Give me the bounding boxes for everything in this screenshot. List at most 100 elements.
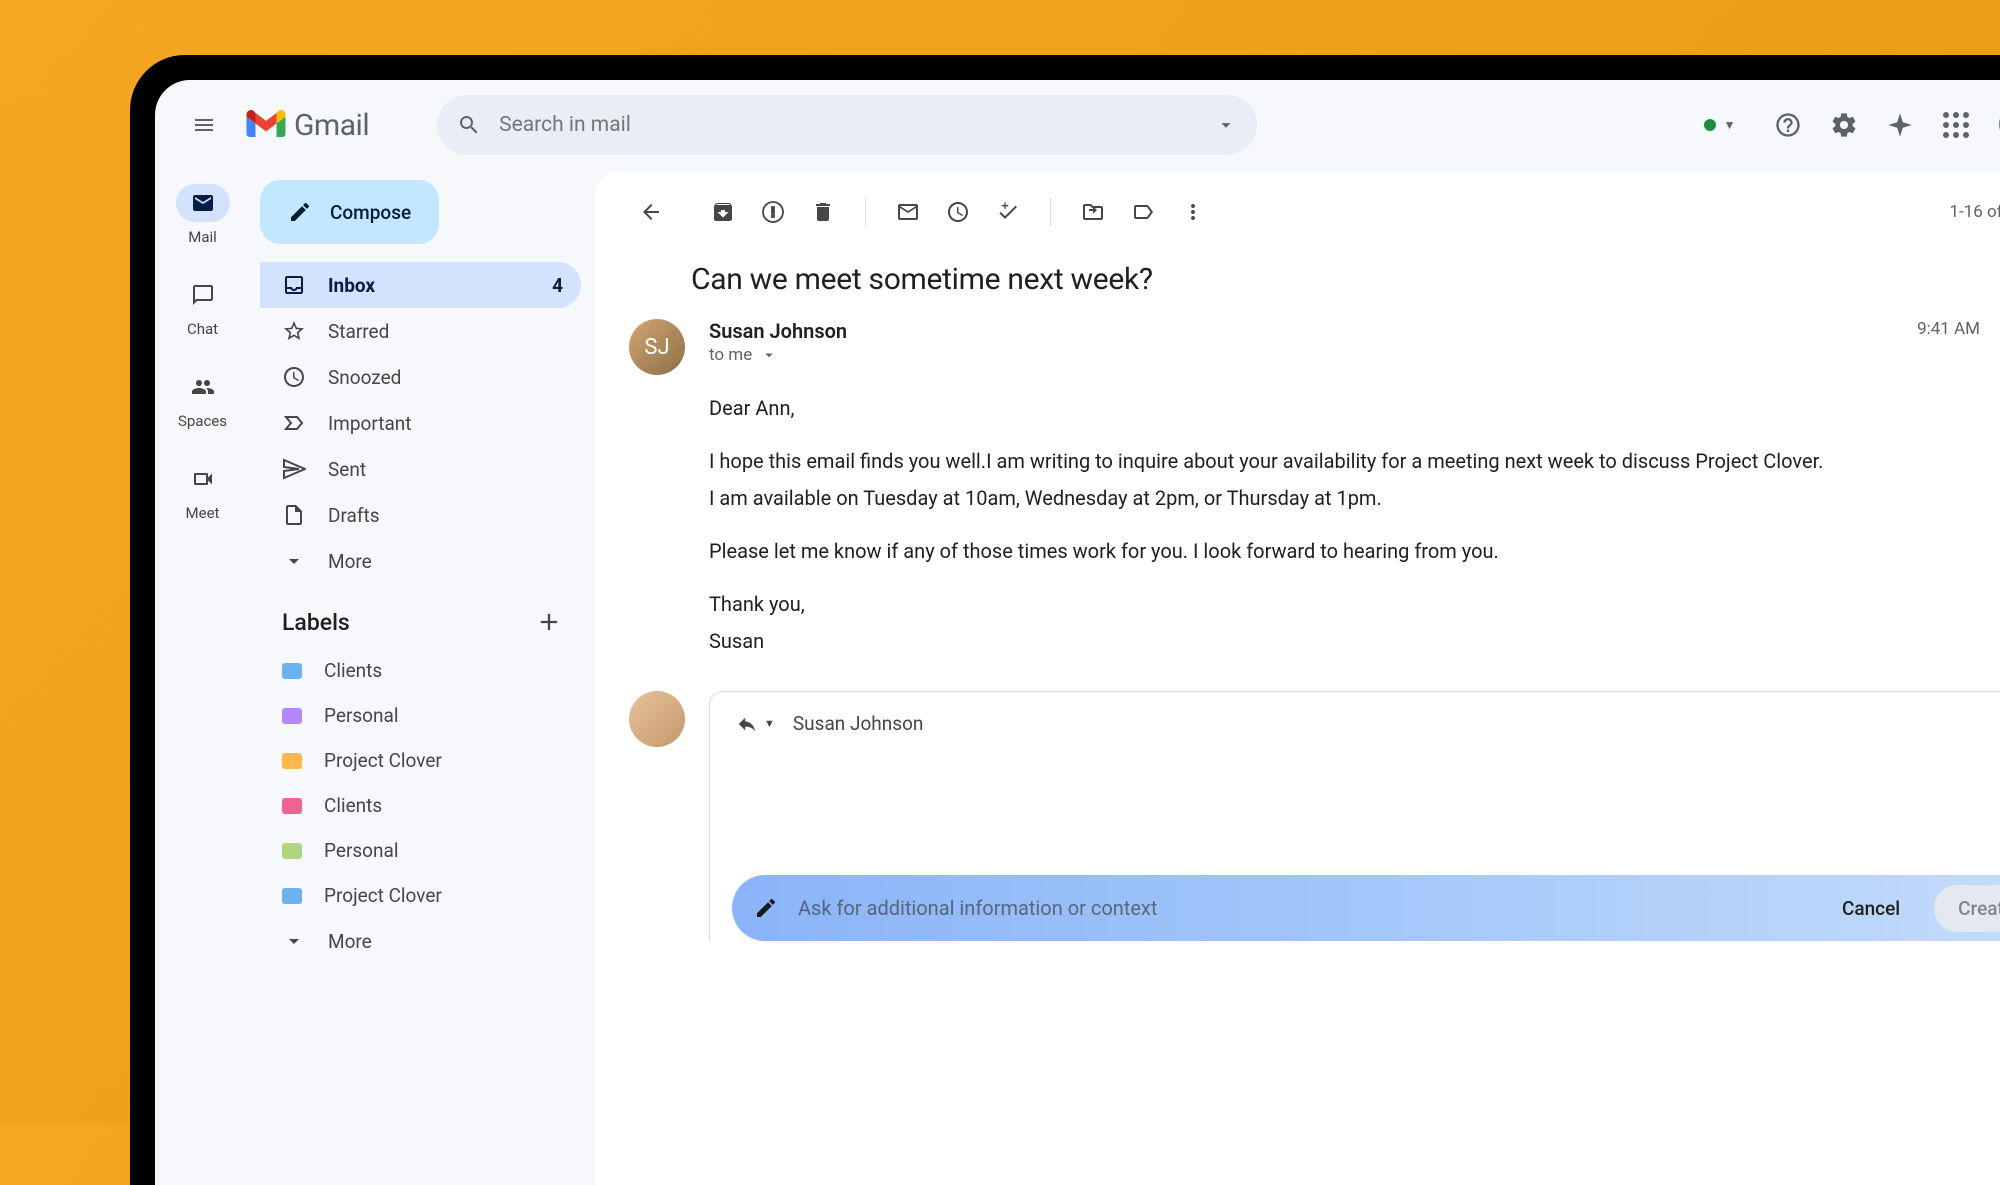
mark-unread-button[interactable] (886, 190, 930, 234)
labels-button[interactable] (1121, 190, 1165, 234)
label-item[interactable]: Clients (260, 783, 581, 828)
gmail-m-icon (246, 110, 286, 140)
nav-label: Inbox (328, 274, 375, 297)
labels-more-label: More (328, 930, 372, 953)
label-name: Clients (324, 794, 382, 817)
label-color-swatch (282, 663, 302, 679)
search-input[interactable] (499, 113, 1197, 137)
separator (865, 198, 866, 226)
rail-meet[interactable]: Meet (176, 460, 230, 522)
reply-icon (736, 713, 758, 735)
label-item[interactable]: Project Clover (260, 873, 581, 918)
status-indicator[interactable]: ▼ (1694, 112, 1746, 138)
labels-title: Labels (282, 609, 350, 636)
nav-more[interactable]: More (260, 538, 581, 584)
label-item[interactable]: Clients (260, 648, 581, 693)
label-name: Personal (324, 704, 398, 727)
move-folder-icon (1081, 200, 1105, 224)
more-button[interactable] (1171, 190, 1215, 234)
nav-starred[interactable]: Starred (260, 308, 581, 354)
labels-list: ClientsPersonalProject CloverClientsPers… (260, 648, 581, 918)
main-menu-button[interactable] (180, 101, 228, 149)
body-line: Susan (709, 626, 2000, 657)
nav-drafts[interactable]: Drafts (260, 492, 581, 538)
chevron-down-icon[interactable] (760, 346, 778, 364)
create-button[interactable]: Create (1934, 885, 2000, 932)
add-label-button[interactable] (535, 608, 563, 636)
separator (1050, 198, 1051, 226)
arrow-back-icon (639, 200, 663, 224)
inbox-icon (282, 273, 306, 297)
search-bar[interactable] (437, 95, 1257, 155)
gmail-wordmark: Gmail (294, 108, 369, 143)
clock-icon (946, 200, 970, 224)
reply-type-selector[interactable]: ▼ (736, 713, 775, 735)
mail-icon (896, 200, 920, 224)
rail-label: Mail (188, 228, 217, 246)
gemini-button[interactable] (1886, 111, 1914, 139)
app-rail: Mail Chat Spaces Meet (155, 170, 250, 1185)
label-color-swatch (282, 888, 302, 904)
labels-more[interactable]: More (260, 918, 581, 964)
nav-label: Drafts (328, 504, 380, 527)
rail-chat[interactable]: Chat (176, 276, 230, 338)
snooze-button[interactable] (936, 190, 980, 234)
pagination-label: 1-16 of 16 (1949, 202, 2000, 222)
support-button[interactable] (1774, 111, 1802, 139)
search-icon (457, 113, 481, 137)
header: Gmail ▼ (155, 80, 2000, 170)
sender-name: Susan Johnson (709, 319, 1893, 343)
label-color-swatch (282, 843, 302, 859)
folder-nav: Inbox 4 Starred Snoozed Important (260, 262, 581, 584)
message-body: Dear Ann, I hope this email finds you we… (709, 375, 2000, 657)
back-button[interactable] (629, 190, 673, 234)
label-item[interactable]: Project Clover (260, 738, 581, 783)
cancel-button[interactable]: Cancel (1828, 889, 1914, 928)
nav-label: Sent (328, 458, 366, 481)
draft-icon (282, 503, 306, 527)
report-icon (761, 200, 785, 224)
chevron-down-icon (282, 929, 306, 953)
archive-icon (711, 200, 735, 224)
header-actions: ▼ Go (1694, 108, 2000, 143)
move-to-button[interactable] (1071, 190, 1115, 234)
my-avatar[interactable] (629, 691, 685, 747)
gmail-logo: Gmail (246, 108, 369, 143)
sender-avatar[interactable]: SJ (629, 319, 685, 375)
nav-snoozed[interactable]: Snoozed (260, 354, 581, 400)
help-icon (1774, 111, 1802, 139)
spam-button[interactable] (751, 190, 795, 234)
nav-label: More (328, 550, 372, 573)
nav-sent[interactable]: Sent (260, 446, 581, 492)
label-item[interactable]: Personal (260, 828, 581, 873)
label-item[interactable]: Personal (260, 693, 581, 738)
email-subject: Can we meet sometime next week? (691, 262, 1153, 297)
help-me-write-bar: Cancel Create (732, 875, 2000, 941)
google-apps-button[interactable] (1942, 111, 1970, 139)
chat-icon (191, 283, 215, 307)
add-task-button[interactable] (986, 190, 1030, 234)
search-options-icon[interactable] (1215, 114, 1237, 136)
compose-button[interactable]: Compose (260, 180, 439, 244)
add-task-icon (996, 200, 1020, 224)
nav-label: Starred (328, 320, 389, 343)
rail-mail[interactable]: Mail (176, 184, 230, 246)
star-icon (282, 319, 306, 343)
nav-important[interactable]: Important (260, 400, 581, 446)
archive-button[interactable] (701, 190, 745, 234)
sidebar: Compose Inbox 4 Starred Snoozed (250, 170, 595, 1185)
nav-label: Important (328, 412, 412, 435)
ai-prompt-input[interactable] (798, 896, 1808, 920)
email-message: SJ Susan Johnson to me 9:41 AM (595, 315, 2000, 663)
delete-button[interactable] (801, 190, 845, 234)
nav-inbox[interactable]: Inbox 4 (260, 262, 581, 308)
rail-spaces[interactable]: Spaces (176, 368, 230, 430)
reply-composer[interactable]: ▼ Susan Johnson Cancel Create (709, 691, 2000, 941)
apps-grid-icon (1943, 112, 1969, 138)
rail-label: Spaces (178, 412, 227, 430)
label-name: Project Clover (324, 749, 442, 772)
presence-dot-icon (1704, 119, 1716, 131)
settings-button[interactable] (1830, 111, 1858, 139)
clock-icon (282, 365, 306, 389)
spaces-icon (191, 375, 215, 399)
